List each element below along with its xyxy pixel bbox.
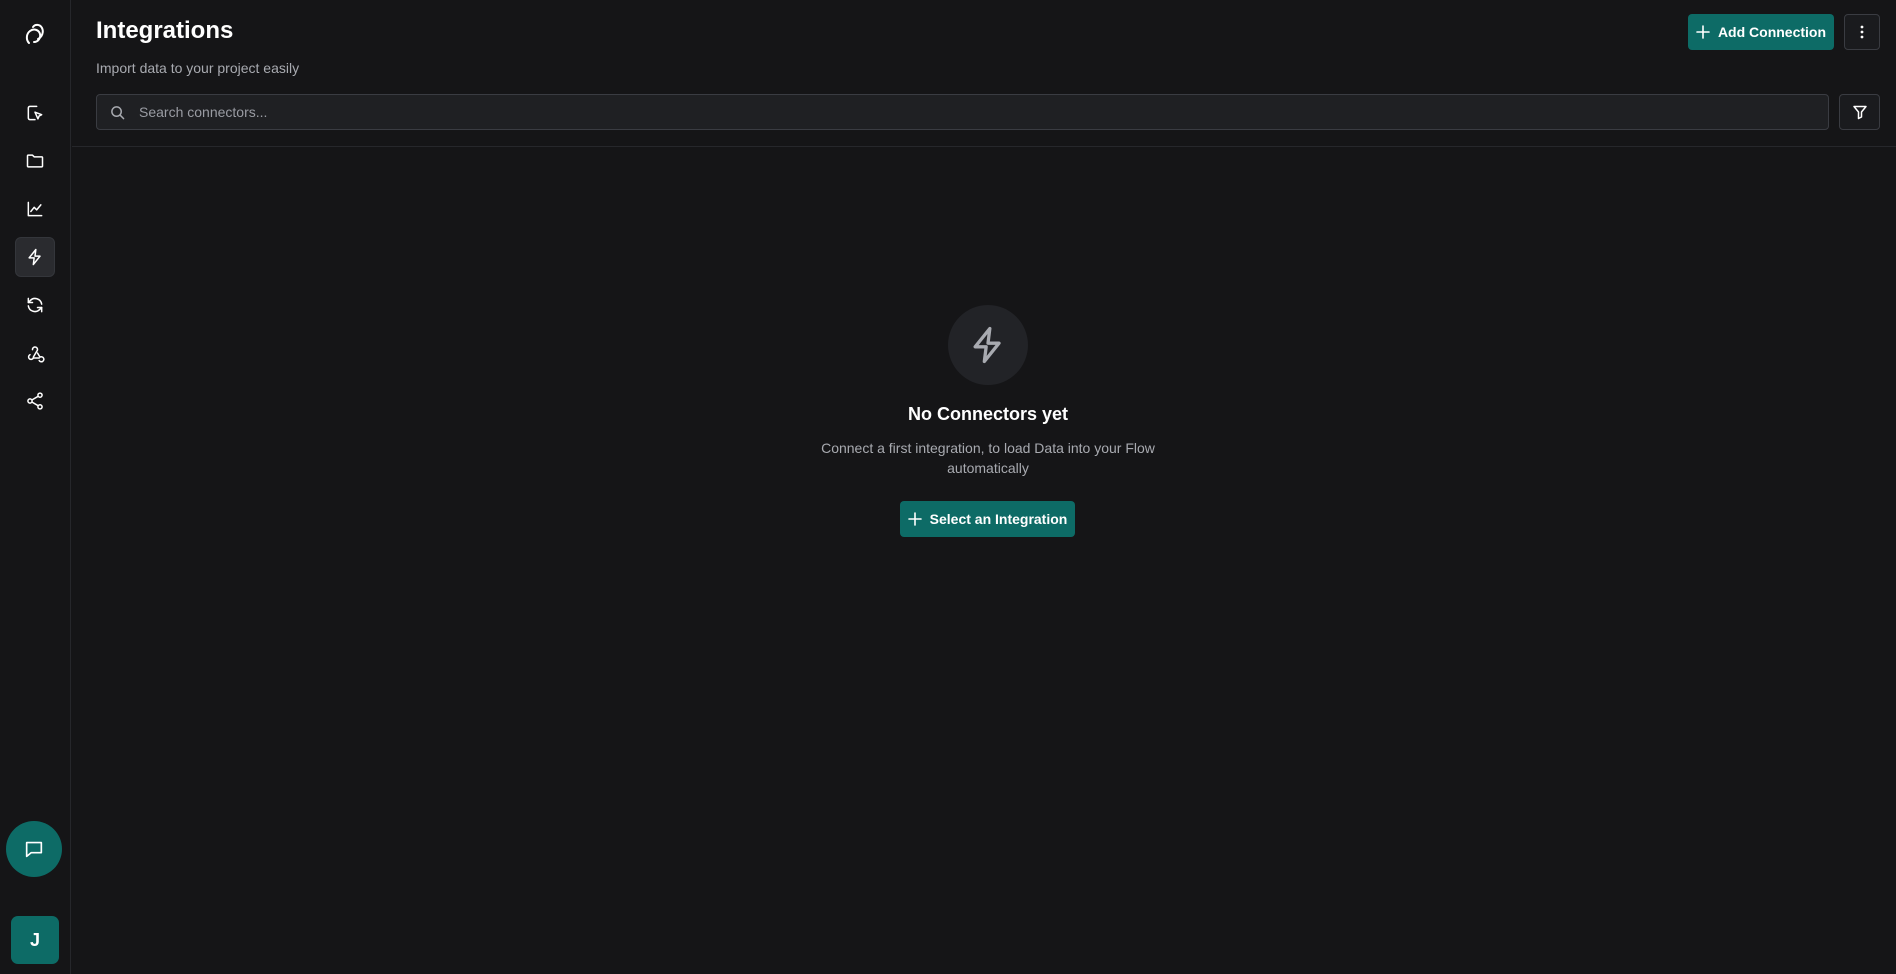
sidebar-item-integrations[interactable]: [15, 237, 55, 277]
search-icon: [97, 94, 137, 130]
empty-state-description: Connect a first integration, to load Dat…: [821, 440, 1155, 476]
empty-state-icon-circle: [948, 305, 1028, 385]
plus-icon: [1696, 25, 1710, 39]
search-input[interactable]: [137, 95, 1828, 129]
folder-icon: [26, 154, 44, 168]
vertical-dots-icon: [1860, 25, 1864, 39]
user-avatar[interactable]: J: [11, 916, 59, 964]
page-header: Integrations Import data to your project…: [72, 0, 1896, 147]
search-box: [96, 94, 1829, 130]
sidebar-item-select[interactable]: [15, 93, 55, 133]
cursor-select-icon: [27, 105, 43, 121]
page-subtitle: Import data to your project easily: [96, 60, 300, 76]
refresh-icon: [27, 297, 43, 313]
sidebar-item-webhooks[interactable]: [15, 333, 55, 373]
filter-icon: [1852, 105, 1867, 120]
webhook-icon: [27, 346, 45, 363]
lightning-icon: [28, 248, 41, 266]
sidebar-item-share[interactable]: [15, 381, 55, 421]
add-connection-label: Add Connection: [1717, 24, 1827, 40]
sidebar-item-files[interactable]: [15, 141, 55, 181]
page-title: Integrations: [96, 17, 234, 44]
app-root: J Integrations Import data to your proje…: [0, 0, 1896, 974]
sidebar: J: [0, 0, 71, 974]
chat-icon: [25, 841, 43, 858]
lightning-icon: [973, 326, 1001, 364]
app-logo-icon[interactable]: [20, 20, 50, 50]
chat-button[interactable]: [6, 821, 62, 877]
share-icon: [27, 392, 43, 410]
select-integration-label: Select an Integration: [929, 511, 1068, 527]
empty-state-title: No Connectors yet: [907, 404, 1069, 424]
more-options-button[interactable]: [1844, 14, 1880, 50]
sidebar-item-sync[interactable]: [15, 285, 55, 325]
line-chart-icon: [27, 201, 43, 217]
add-connection-button[interactable]: Add Connection: [1688, 14, 1834, 50]
select-integration-button[interactable]: Select an Integration: [900, 501, 1075, 537]
sidebar-item-analytics[interactable]: [15, 189, 55, 229]
plus-icon: [907, 512, 922, 526]
filter-button[interactable]: [1839, 94, 1880, 130]
